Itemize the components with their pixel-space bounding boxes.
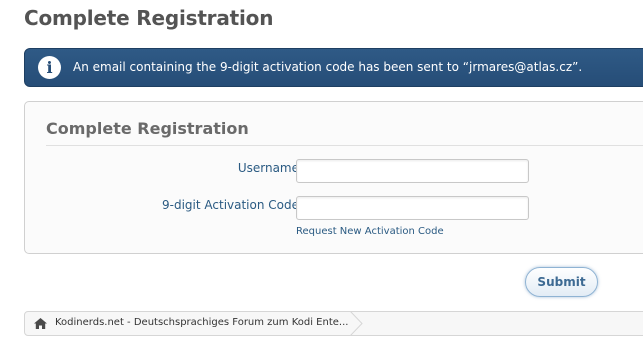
breadcrumb-label: Kodinerds.net - Deutschsprachiges Forum … [55,317,349,328]
breadcrumb-separator [350,311,363,336]
breadcrumb-item-home[interactable]: Kodinerds.net - Deutschsprachiges Forum … [25,312,360,335]
request-new-code-link[interactable]: Request New Activation Code [296,226,444,237]
activation-code-label: 9-digit Activation Code [162,198,299,212]
home-icon [34,318,47,329]
breadcrumb: Kodinerds.net - Deutschsprachiges Forum … [24,311,643,336]
username-input[interactable] [296,159,529,183]
info-icon: i [38,56,61,79]
submit-button[interactable]: Submit [525,267,598,297]
info-notice: i An email containing the 9-digit activa… [24,48,643,87]
form-title: Complete Registration [46,119,249,138]
registration-form: Complete Registration Username 9-digit A… [24,101,643,254]
page-title: Complete Registration [24,6,274,30]
username-label: Username [237,161,299,175]
activation-code-input[interactable] [296,196,529,220]
notice-text: An email containing the 9-digit activati… [73,60,583,74]
divider [46,145,643,146]
